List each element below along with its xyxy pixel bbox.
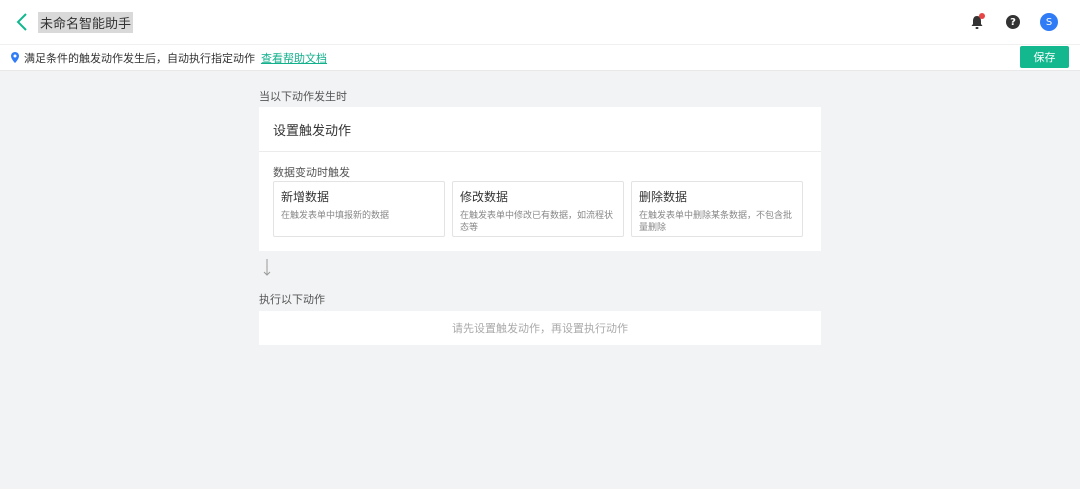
top-bar: 未命名智能助手 ? S [0, 0, 1080, 44]
option-description: 在触发表单中填报新的数据 [281, 211, 390, 221]
location-pin-icon [10, 52, 20, 64]
top-right-actions: ? S [966, 0, 1060, 44]
bell-icon[interactable] [966, 11, 988, 33]
option-add-data[interactable]: 新增数据 在触发表单中填报新的数据 [273, 181, 445, 237]
option-description: 在触发表单中修改已有数据，如流程状态等 [460, 211, 614, 233]
trigger-section-label: 当以下动作发生时 [259, 90, 347, 103]
option-delete-data[interactable]: 删除数据 在触发表单中删除某条数据，不包含批量删除 [631, 181, 803, 237]
option-title: 删除数据 [639, 190, 688, 204]
avatar: S [1040, 13, 1058, 31]
option-modify-data[interactable]: 修改数据 在触发表单中修改已有数据，如流程状态等 [452, 181, 624, 237]
trigger-card-title: 设置触发动作 [259, 107, 821, 152]
action-placeholder: 请先设置触发动作，再设置执行动作 [259, 311, 821, 345]
option-title: 新增数据 [281, 190, 330, 204]
arrow-down-icon [262, 258, 272, 278]
back-arrow-icon[interactable] [4, 0, 40, 44]
option-description: 在触发表单中删除某条数据，不包含批量删除 [639, 211, 793, 233]
trigger-card: 设置触发动作 数据变动时触发 新增数据 在触发表单中填报新的数据 修改数据 在触… [259, 107, 821, 251]
data-change-group-label: 数据变动时触发 [273, 166, 350, 179]
option-title: 修改数据 [460, 190, 509, 204]
action-section-label: 执行以下动作 [259, 293, 325, 306]
help-icon[interactable]: ? [1002, 11, 1024, 33]
save-button[interactable]: 保存 [1020, 46, 1069, 68]
notification-badge [979, 13, 985, 19]
help-doc-link[interactable]: 查看帮助文档 [261, 50, 327, 66]
notice-bar: 满足条件的触发动作发生后，自动执行指定动作 查看帮助文档 保存 [0, 44, 1080, 71]
page-title[interactable]: 未命名智能助手 [38, 11, 134, 33]
help-question-icon: ? [1006, 15, 1020, 29]
notice-text: 满足条件的触发动作发生后，自动执行指定动作 [24, 51, 255, 65]
user-avatar-button[interactable]: S [1038, 11, 1060, 33]
